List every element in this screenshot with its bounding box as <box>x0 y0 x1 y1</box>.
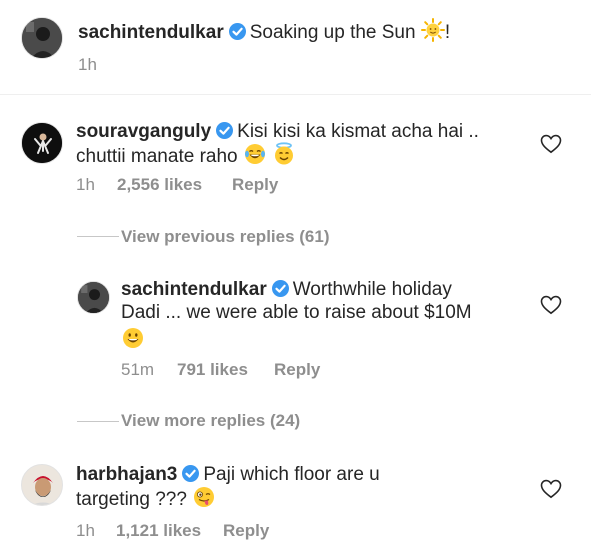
likes-label: 2,556 likes <box>117 175 203 194</box>
reply-label: Reply <box>223 521 270 540</box>
comment-username-harbhajan3[interactable]: harbhajan3 <box>76 464 177 485</box>
avatar-souravganguly[interactable] <box>21 122 63 164</box>
zany-face-emoji <box>192 485 216 516</box>
avatar-sachintendulkar-reply[interactable] <box>77 281 110 314</box>
comment-username-souravganguly[interactable]: souravganguly <box>76 121 211 142</box>
likes-count[interactable]: 1,121 likes <box>116 521 201 541</box>
heart-icon <box>540 479 562 499</box>
comment-meta: 1h <box>76 175 95 195</box>
comment-text: targeting ??? <box>76 489 187 510</box>
likes-count[interactable]: 2,556 likes <box>117 175 202 195</box>
divider <box>0 94 591 95</box>
avatar-harbhajan3[interactable] <box>21 464 63 506</box>
verified-badge-icon <box>228 23 246 40</box>
sun-emoji <box>420 18 445 49</box>
heart-icon <box>540 134 562 154</box>
reply-button[interactable]: Reply <box>223 521 269 541</box>
like-reply-sachintendulkar[interactable] <box>540 295 562 315</box>
smiling-halo-emoji <box>272 142 296 173</box>
verified-badge-icon <box>182 465 200 482</box>
post-time: 1h <box>78 55 97 74</box>
replies-dash <box>77 236 119 237</box>
verified-badge-icon <box>271 280 289 297</box>
avatar-sachintendulkar[interactable] <box>21 17 63 59</box>
comment-text: chuttii manate raho <box>76 146 238 167</box>
post-caption-trail: ! <box>444 22 451 43</box>
comment-time: 1h <box>76 175 95 194</box>
reply-sachintendulkar-line2: Dadi ... we were able to raise about $10… <box>121 300 472 325</box>
reply-label: Reply <box>274 360 321 379</box>
comment-time: 1h <box>76 521 95 540</box>
post-caption-text: Soaking up the Sun <box>249 22 416 43</box>
likes-count[interactable]: 791 likes <box>177 360 248 380</box>
like-comment-harbhajan3[interactable] <box>540 479 562 499</box>
heart-icon <box>540 295 562 315</box>
reply-button[interactable]: Reply <box>274 360 320 380</box>
reply-button[interactable]: Reply <box>232 175 278 195</box>
comment-harbhajan3-line2: targeting ??? <box>76 485 216 516</box>
post-caption: sachintendulkar Soaking up the Sun ! <box>78 18 450 49</box>
comment-text: Worthwhile holiday <box>292 279 452 300</box>
comment-username-sachintendulkar[interactable]: sachintendulkar <box>121 279 267 300</box>
replies-dash <box>77 421 119 422</box>
verified-badge-icon <box>216 122 234 139</box>
comment-harbhajan3-line1: harbhajan3 Paji which floor are u <box>76 462 380 487</box>
post-username[interactable]: sachintendulkar <box>78 22 224 43</box>
comment-time: 51m <box>121 360 155 379</box>
comment-text: Dadi ... we were able to raise about $10… <box>121 302 472 323</box>
comment-text: Paji which floor are u <box>203 464 380 485</box>
tears-of-joy-emoji <box>243 142 267 173</box>
likes-label: 1,121 likes <box>116 521 202 540</box>
like-comment-souravganguly[interactable] <box>540 134 562 154</box>
view-previous-replies-button[interactable]: View previous replies (61) <box>121 227 330 247</box>
reply-label: Reply <box>232 175 279 194</box>
comment-text: Kisi kisi ka kismat acha hai .. <box>237 121 479 142</box>
view-more-replies-button[interactable]: View more replies (24) <box>121 411 300 431</box>
reply-sachintendulkar-line1: sachintendulkar Worthwhile holiday <box>121 277 452 302</box>
likes-label: 791 likes <box>177 360 248 379</box>
comment-souravganguly-line2: chuttii manate raho <box>76 142 296 173</box>
comment-souravganguly-line1: souravganguly Kisi kisi ka kismat acha ha… <box>76 119 479 144</box>
grinning-emoji <box>121 326 145 355</box>
